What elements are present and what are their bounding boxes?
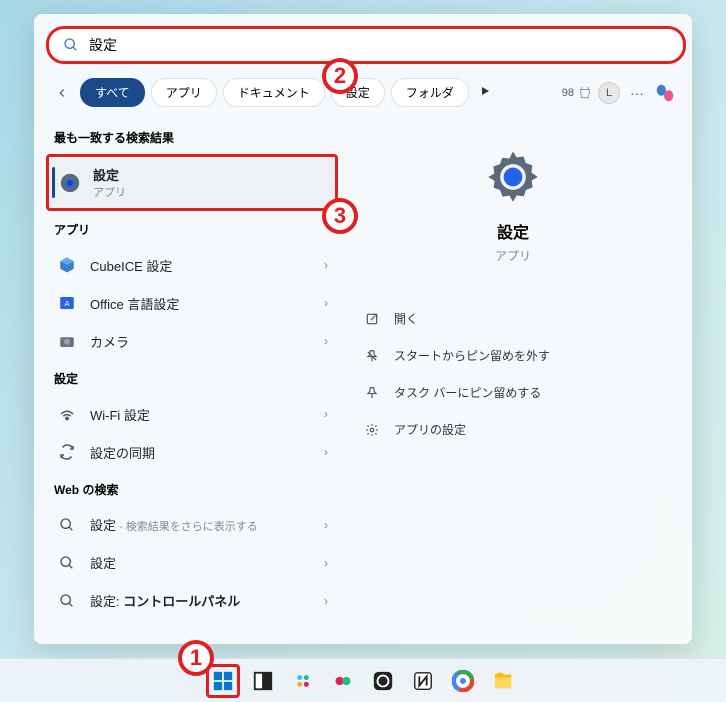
chevron-right-icon: › <box>324 556 328 570</box>
result-subtitle: アプリ <box>93 184 325 200</box>
result-app-camera[interactable]: カメラ › <box>46 322 338 360</box>
settings-gear-icon <box>59 172 81 194</box>
result-setting-sync[interactable]: 設定の同期 › <box>46 433 338 471</box>
results-column: 最も一致する検索結果 設定 アプリ アプリ CubeICE 設定 › A Off… <box>46 119 346 639</box>
result-best-match[interactable]: 設定 アプリ <box>46 154 338 211</box>
taskbar-app-2[interactable] <box>326 664 360 698</box>
taskbar-app-explorer[interactable] <box>486 664 520 698</box>
preview-subtitle: アプリ <box>495 247 531 264</box>
taskbar-app-chrome[interactable] <box>446 664 480 698</box>
preview-title: 設定 <box>497 219 529 243</box>
chevron-right-icon: › <box>324 594 328 608</box>
section-web: Web の検索 <box>46 471 338 506</box>
taskbar-app-notion[interactable] <box>406 664 440 698</box>
start-search-panel: すべて アプリ ドキュメント 設定 フォルダ 98 L ··· 最も一致する検索… <box>34 14 692 644</box>
rewards-badge[interactable]: 98 <box>562 86 592 100</box>
result-app-office-lang[interactable]: A Office 言語設定 › <box>46 284 338 322</box>
camera-icon <box>56 330 78 352</box>
start-button[interactable] <box>206 664 240 698</box>
search-icon <box>63 37 79 53</box>
action-list: 開く スタートからピン留めを外す タスク バーにピン留めする アプリの設定 <box>356 300 670 448</box>
search-input[interactable] <box>89 37 669 53</box>
svg-text:A: A <box>64 299 69 308</box>
search-icon <box>56 514 78 536</box>
user-avatar[interactable]: L <box>598 82 620 104</box>
search-icon <box>56 552 78 574</box>
action-unpin-start[interactable]: スタートからピン留めを外す <box>356 337 670 374</box>
more-options-button[interactable]: ··· <box>626 85 648 101</box>
annotation-2: 2 <box>322 58 358 94</box>
cube-icon <box>56 254 78 276</box>
search-icon <box>56 590 78 612</box>
search-box[interactable] <box>46 26 686 64</box>
wifi-icon <box>56 403 78 425</box>
taskbar-app-slack[interactable] <box>286 664 320 698</box>
annotation-3: 3 <box>322 198 358 234</box>
action-app-settings[interactable]: アプリの設定 <box>356 411 670 448</box>
action-pin-taskbar[interactable]: タスク バーにピン留めする <box>356 374 670 411</box>
result-web-1[interactable]: 設定 › <box>46 544 338 582</box>
section-settings: 設定 <box>46 360 338 395</box>
open-icon <box>364 311 380 327</box>
preview-column: 設定 アプリ 開く スタートからピン留めを外す タスク バーにピン留めする <box>346 119 680 639</box>
result-web-2[interactable]: 設定: コントロールパネル › <box>46 582 338 620</box>
taskbar-app-1[interactable] <box>246 664 280 698</box>
result-title: 設定 <box>93 165 325 184</box>
action-open[interactable]: 開く <box>356 300 670 337</box>
result-web-0[interactable]: 設定 - 検索結果をさらに表示する › <box>46 506 338 544</box>
filter-all[interactable]: すべて <box>80 78 145 107</box>
chevron-right-icon: › <box>324 518 328 532</box>
filter-more-button[interactable] <box>475 84 495 102</box>
annotation-1: 1 <box>178 640 214 676</box>
filter-row: すべて アプリ ドキュメント 設定 フォルダ 98 L ··· <box>46 72 680 119</box>
section-best-match: 最も一致する検索結果 <box>46 119 338 154</box>
pin-icon <box>364 385 380 401</box>
copilot-icon[interactable] <box>654 82 676 104</box>
unpin-icon <box>364 348 380 364</box>
settings-gear-icon-large <box>485 149 541 205</box>
filter-documents[interactable]: ドキュメント <box>223 78 325 107</box>
language-icon: A <box>56 292 78 314</box>
chevron-right-icon: › <box>324 407 328 421</box>
taskbar <box>0 658 726 702</box>
sync-icon <box>56 441 78 463</box>
gear-icon <box>364 422 380 438</box>
back-button[interactable] <box>50 81 74 105</box>
section-apps: アプリ <box>46 211 338 246</box>
filter-apps[interactable]: アプリ <box>151 78 217 107</box>
chevron-right-icon: › <box>324 445 328 459</box>
result-app-cubeice[interactable]: CubeICE 設定 › <box>46 246 338 284</box>
filter-folder[interactable]: フォルダ <box>391 78 469 107</box>
result-setting-wifi[interactable]: Wi-Fi 設定 › <box>46 395 338 433</box>
chevron-right-icon: › <box>324 296 328 310</box>
chevron-right-icon: › <box>324 258 328 272</box>
chevron-right-icon: › <box>324 334 328 348</box>
taskbar-app-3[interactable] <box>366 664 400 698</box>
